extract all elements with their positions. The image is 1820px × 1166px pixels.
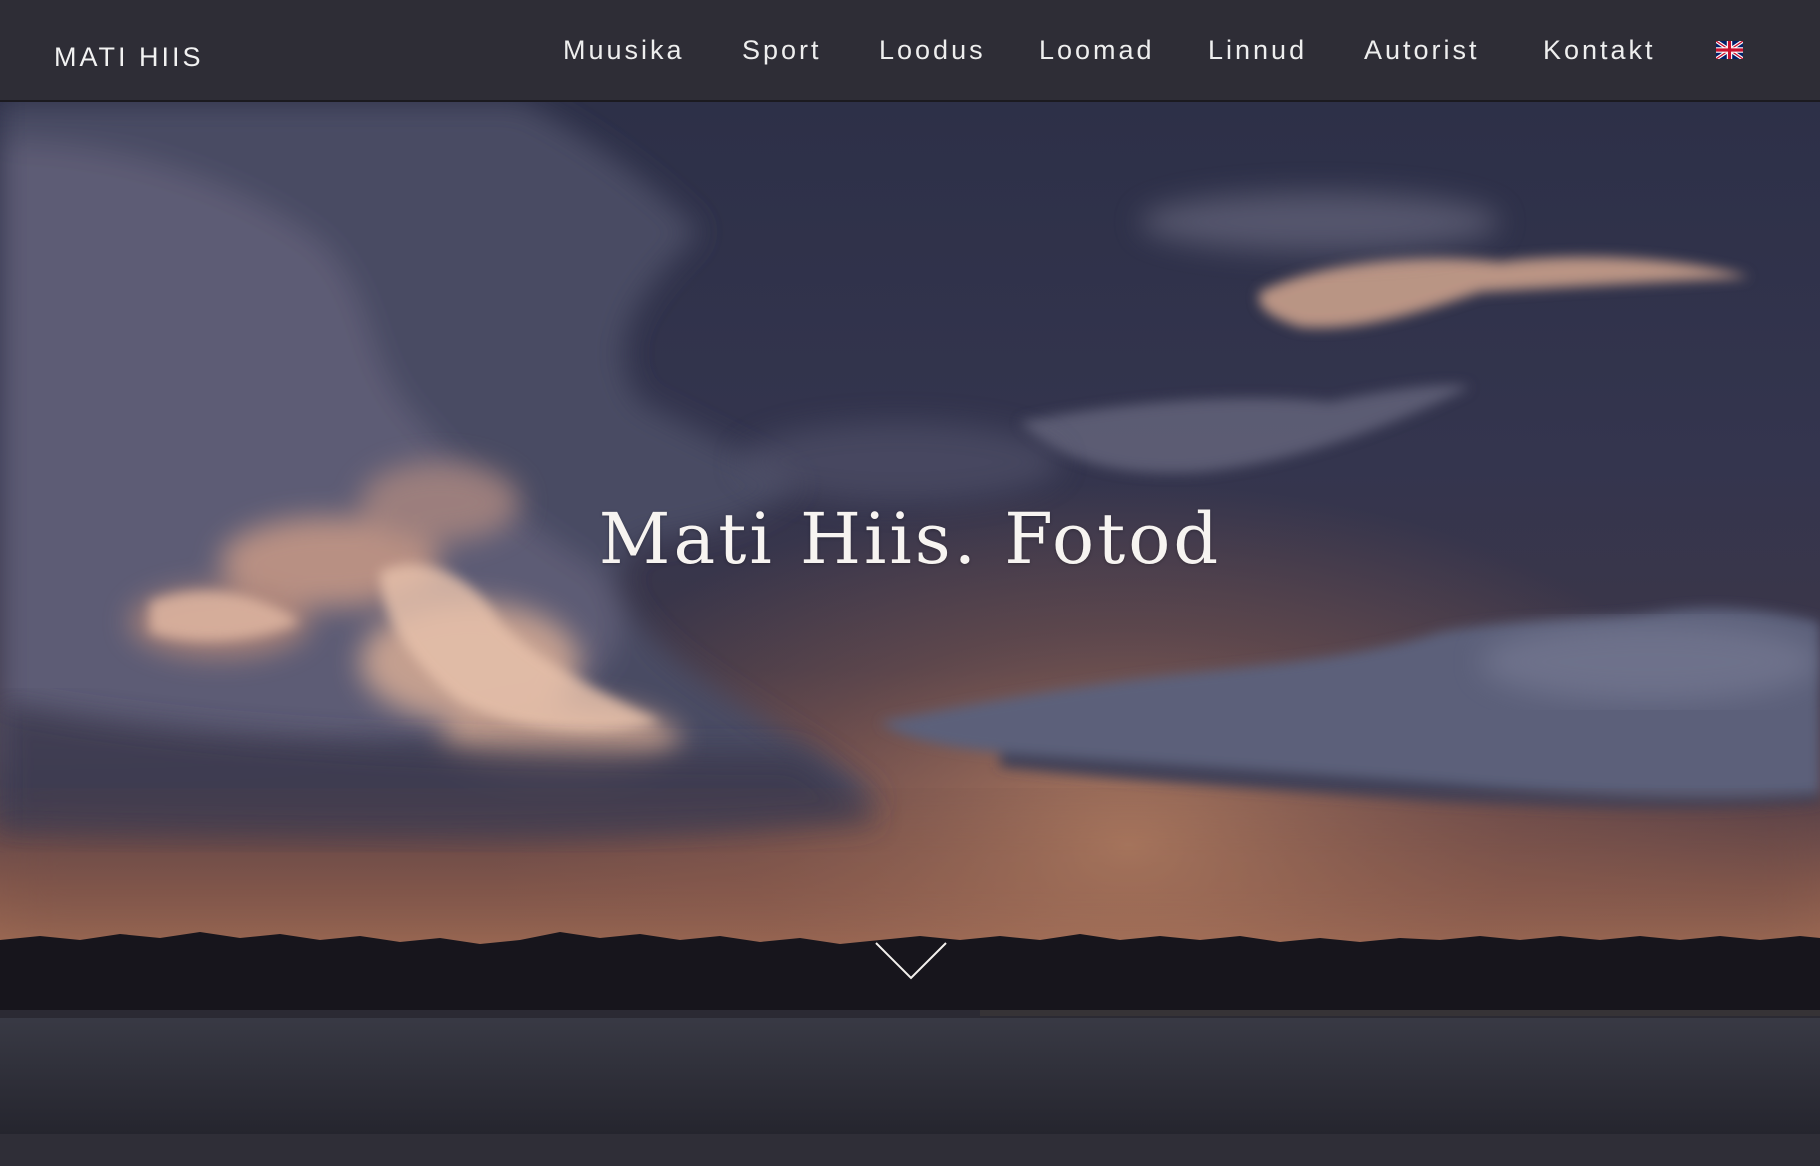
page: MATI HIIS Muusika Sport Loodus Loomad Li… <box>0 0 1820 1166</box>
uk-flag-icon[interactable] <box>1716 41 1743 59</box>
nav-item-kontakt[interactable]: Kontakt <box>1543 30 1656 70</box>
chevron-down-icon[interactable] <box>873 940 949 984</box>
footer-strip <box>0 1134 1820 1166</box>
hero-title: Mati Hiis. Fotod <box>598 498 1222 580</box>
hero-section: Mati Hiis. Fotod <box>0 102 1820 1134</box>
main-nav: Muusika Sport Loodus Loomad Linnud Autor… <box>0 30 1820 70</box>
nav-item-autorist[interactable]: Autorist <box>1364 30 1480 70</box>
nav-item-sport[interactable]: Sport <box>742 30 822 70</box>
nav-item-muusika[interactable]: Muusika <box>563 30 685 70</box>
nav-item-linnud[interactable]: Linnud <box>1208 30 1307 70</box>
site-header: MATI HIIS Muusika Sport Loodus Loomad Li… <box>0 0 1820 102</box>
nav-item-loodus[interactable]: Loodus <box>879 30 986 70</box>
nav-item-loomad[interactable]: Loomad <box>1039 30 1155 70</box>
